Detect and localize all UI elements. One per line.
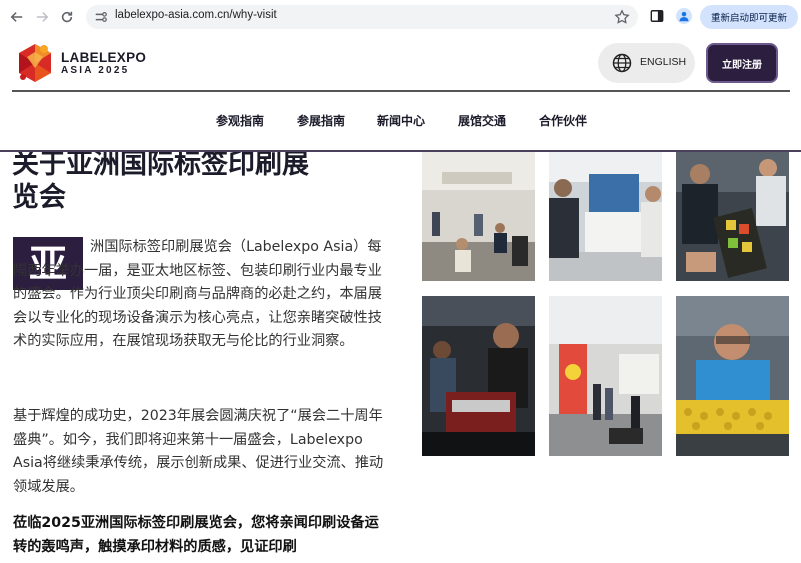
header-bottom-border (0, 150, 801, 152)
nav-item-partners[interactable]: 合作伙伴 (539, 112, 587, 129)
forward-arrow-icon[interactable] (31, 6, 53, 28)
nav-item-news-center[interactable]: 新闻中心 (377, 112, 425, 129)
browser-toolbar: labelexpo-asia.com.cn/why-visit 重新启动即可更新 (0, 0, 801, 34)
photo-product-demo (549, 152, 662, 281)
header-divider (12, 90, 790, 92)
profile-icon[interactable] (676, 8, 692, 24)
history-paragraph: 基于辉煌的成功史，2023年展会圆满庆祝了“展会二十周年盛典”。如今，我们即将迎… (13, 408, 384, 495)
language-label: ENGLISH (640, 56, 687, 68)
nav-item-visitor-guide[interactable]: 参观指南 (216, 112, 264, 129)
relaunch-to-update-button[interactable]: 重新启动即可更新 (700, 5, 798, 29)
language-switch-button[interactable]: ENGLISH (598, 43, 695, 83)
back-arrow-icon[interactable] (6, 6, 28, 28)
globe-icon (612, 53, 632, 73)
reload-icon[interactable] (56, 6, 78, 28)
bookmark-star-icon[interactable] (614, 9, 630, 25)
url-text: labelexpo-asia.com.cn/why-visit (115, 9, 277, 21)
photo-press-machine (422, 296, 535, 456)
labelexpo-logo-icon[interactable] (14, 42, 56, 84)
nav-item-exhibitor-guide[interactable]: 参展指南 (297, 112, 345, 129)
visit-highlight-paragraph: 莅临2025亚洲国际标签印刷展览会，您将亲闻印刷设备运转的轰鸣声，触摸承印材料的… (13, 515, 379, 555)
site-header: LABELEXPO ASIA 2025 ENGLISH 立即注册 参观指南 参展… (0, 34, 801, 152)
nav-item-venue-transport[interactable]: 展馆交通 (458, 112, 506, 129)
side-panel-icon[interactable] (650, 9, 664, 23)
site-info-icon[interactable] (94, 10, 108, 24)
address-bar[interactable]: labelexpo-asia.com.cn/why-visit (86, 5, 638, 29)
logo-subtitle: ASIA 2025 (61, 65, 130, 76)
main-navigation: 参观指南 参展指南 新闻中心 展馆交通 合作伙伴 (0, 112, 801, 134)
photo-exhibition-hall (422, 152, 535, 281)
intro-paragraph: 洲国际标签印刷展览会（Labelexpo Asia）每隔两年举办一届，是亚太地区… (13, 239, 382, 349)
photo-label-samples (676, 152, 789, 281)
photo-print-inspection (676, 296, 789, 456)
register-button[interactable]: 立即注册 (706, 43, 778, 83)
photo-exhibition-booths (549, 296, 662, 456)
logo-wordmark: LABELEXPO (61, 50, 147, 65)
